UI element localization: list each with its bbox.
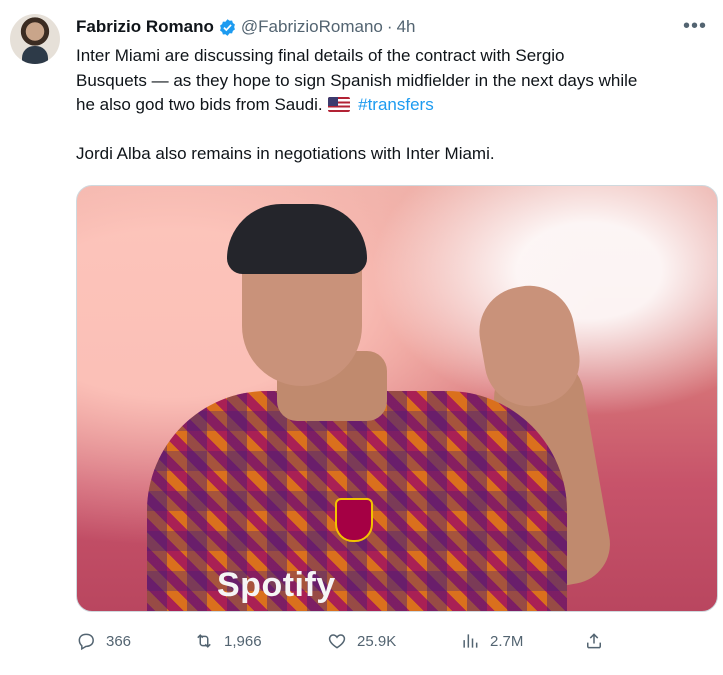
tweet-line-text: he also god two bids from Saudi. xyxy=(76,95,323,114)
tweet-text: Inter Miami are discussing final details… xyxy=(76,44,696,167)
hashtag-link[interactable]: #transfers xyxy=(358,95,434,114)
club-crest xyxy=(335,498,373,542)
tweet-line: Jordi Alba also remains in negotiations … xyxy=(76,144,495,163)
author-name[interactable]: Fabrizio Romano xyxy=(76,17,214,37)
views-count: 2.7M xyxy=(490,632,524,650)
share-icon xyxy=(587,633,601,649)
tweet-line: he also god two bids from Saudi. #transf… xyxy=(76,93,696,118)
reply-button[interactable]: 366 xyxy=(76,628,131,654)
more-icon[interactable]: ••• xyxy=(683,16,707,36)
like-count: 25.9K xyxy=(357,632,397,650)
reply-count: 366 xyxy=(106,632,132,650)
tweet-photo[interactable]: Spotify xyxy=(76,185,718,612)
like-icon xyxy=(328,634,346,649)
photo-hair xyxy=(227,204,367,274)
tweet-header: Fabrizio Romano @FabrizioRomano · 4h xyxy=(76,16,415,38)
share-button[interactable] xyxy=(584,628,614,654)
avatar[interactable] xyxy=(10,14,60,64)
tweet-line: Busquets — as they hope to sign Spanish … xyxy=(76,70,638,90)
views-icon xyxy=(463,634,478,648)
retweet-button[interactable]: 1,966 xyxy=(194,628,262,654)
usa-flag-icon xyxy=(328,97,351,112)
reply-icon xyxy=(78,633,94,651)
tweet-line: Inter Miami are discussing final details… xyxy=(76,46,565,65)
retweet-count: 1,966 xyxy=(224,632,262,650)
verified-badge-icon xyxy=(219,18,235,36)
author-handle[interactable]: @FabrizioRomano xyxy=(241,17,383,37)
tweet-time[interactable]: 4h xyxy=(397,17,416,37)
separator: · xyxy=(386,17,393,36)
retweet-icon xyxy=(197,634,211,648)
tweet-actions: 366 1,966 25.9K 2.7M xyxy=(76,628,636,654)
like-button[interactable]: 25.9K xyxy=(327,628,396,654)
tweet-card[interactable]: Fabrizio Romano @FabrizioRomano · 4h •••… xyxy=(0,0,723,675)
views-button[interactable]: 2.7M xyxy=(460,628,523,654)
shirt-sponsor: Spotify xyxy=(217,566,336,604)
